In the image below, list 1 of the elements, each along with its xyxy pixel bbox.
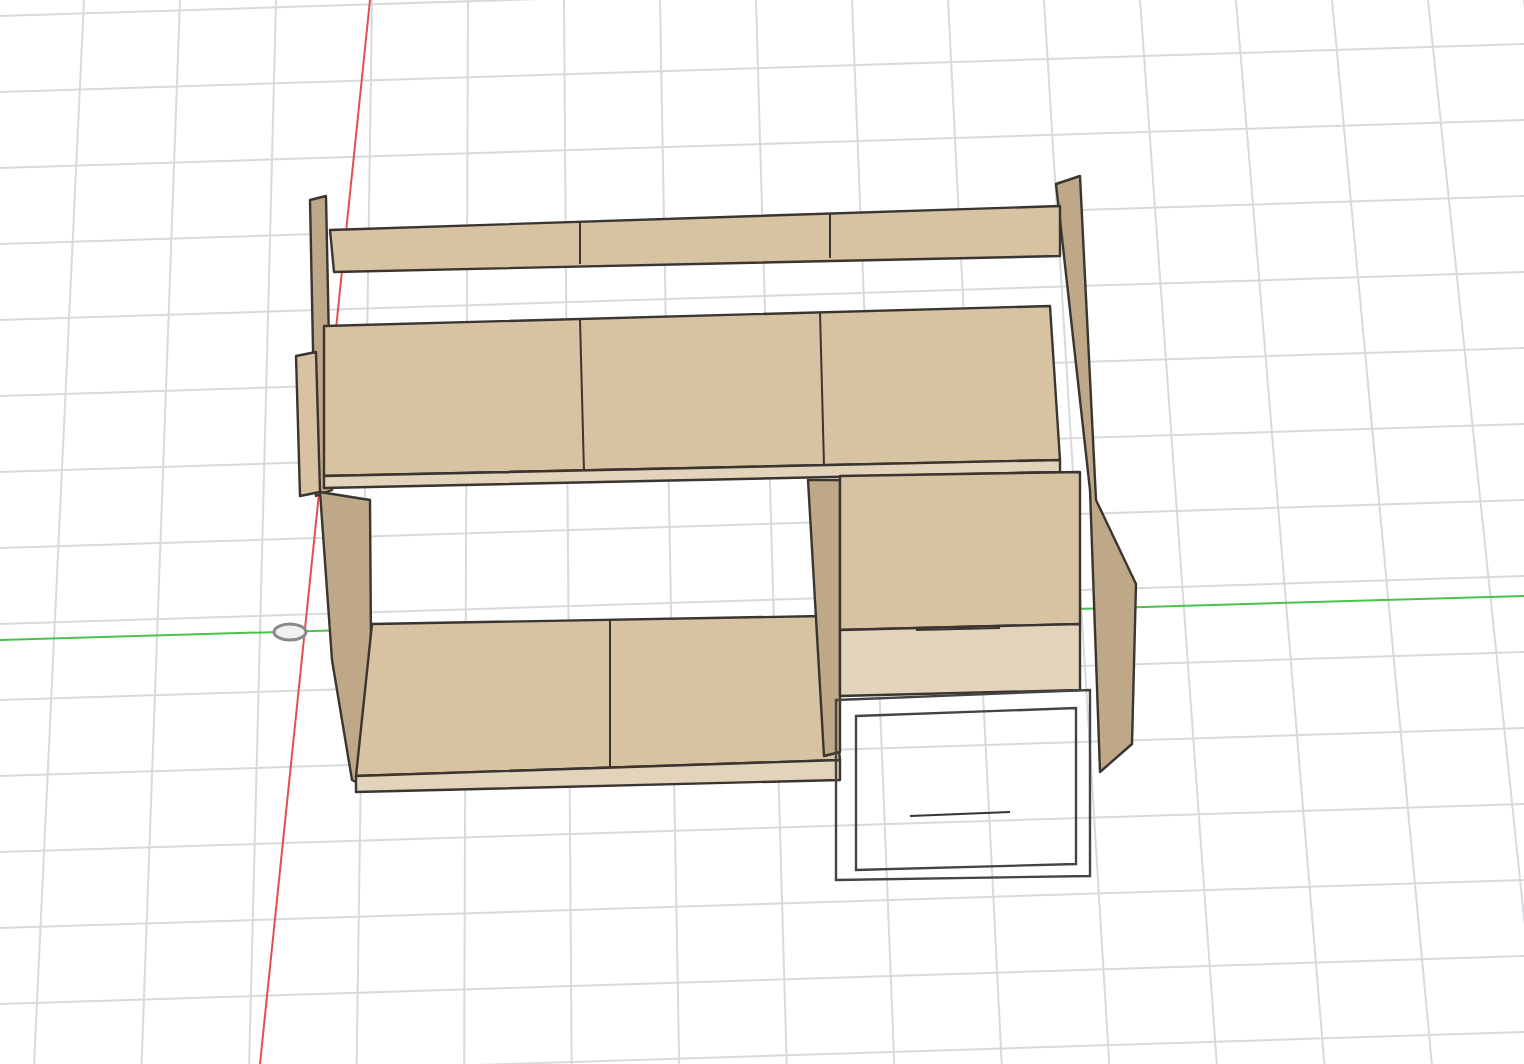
origin-icon — [272, 622, 308, 642]
